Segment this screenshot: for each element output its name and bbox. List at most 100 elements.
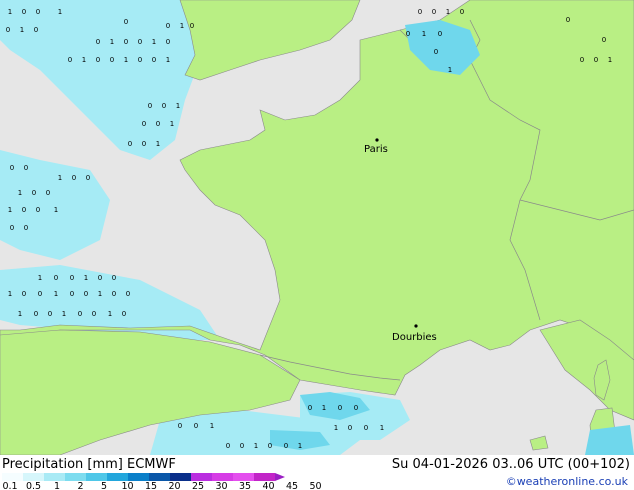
legend-swatch <box>44 473 65 481</box>
grid-point-marker: 0 <box>72 174 76 182</box>
grid-point-marker: 0 <box>438 30 442 38</box>
legend-tick: 35 <box>238 481 252 490</box>
grid-point-marker: 0 <box>152 56 156 64</box>
city-label-dourbies: Dourbies <box>392 332 437 343</box>
grid-point-marker: 1 <box>18 310 22 318</box>
legend-tick: 25 <box>191 481 205 490</box>
grid-point-marker: 0 <box>142 120 146 128</box>
grid-point-marker: 0 <box>6 26 10 34</box>
grid-point-marker: 1 <box>62 310 66 318</box>
legend-tick: 0.1 <box>2 481 18 490</box>
grid-point-marker: 1 <box>108 310 112 318</box>
city-label-paris: Paris <box>364 144 388 155</box>
grid-point-marker: 0 <box>34 26 38 34</box>
legend-tick: 45 <box>285 481 299 490</box>
legend-tick: 5 <box>100 481 108 490</box>
grid-point-marker: 0 <box>128 140 132 148</box>
grid-point-marker: 1 <box>322 404 326 412</box>
grid-point-marker: 0 <box>178 422 182 430</box>
grid-point-marker: 1 <box>8 206 12 214</box>
legend-swatch <box>23 473 44 481</box>
grid-point-marker: 0 <box>110 56 114 64</box>
legend-swatch <box>65 473 86 481</box>
grid-point-marker: 1 <box>180 22 184 30</box>
grid-point-marker: 0 <box>226 442 230 450</box>
legend-color-bar <box>2 473 285 481</box>
grid-point-marker: 1 <box>152 38 156 46</box>
grid-point-marker: 1 <box>8 8 12 16</box>
legend-tick: 40 <box>262 481 275 490</box>
grid-point-marker: 0 <box>138 56 142 64</box>
grid-point-marker: 1 <box>20 26 24 34</box>
grid-point-marker: 0 <box>86 174 90 182</box>
grid-point-marker: 0 <box>70 274 74 282</box>
grid-point-marker: 0 <box>284 442 288 450</box>
grid-point-marker: 0 <box>98 274 102 282</box>
grid-point-marker: 1 <box>334 424 338 432</box>
credit-link[interactable]: ©weatheronline.co.uk <box>506 475 628 488</box>
grid-point-marker: 0 <box>126 290 130 298</box>
grid-point-marker: 0 <box>166 22 170 30</box>
grid-point-marker: 0 <box>122 310 126 318</box>
grid-point-marker: 0 <box>194 422 198 430</box>
forecast-timestamp: Su 04-01-2026 03..06 UTC (00+102) <box>391 457 630 472</box>
grid-point-marker: 0 <box>434 48 438 56</box>
grid-point-marker: 0 <box>68 56 72 64</box>
grid-point-marker: 1 <box>8 290 12 298</box>
grid-point-marker: 0 <box>96 38 100 46</box>
grid-point-marker: 1 <box>124 56 128 64</box>
grid-point-marker: 0 <box>240 442 244 450</box>
grid-point-marker: 1 <box>54 290 58 298</box>
legend-arrow <box>275 473 285 481</box>
legend-swatch <box>86 473 107 481</box>
grid-point-marker: 1 <box>170 120 174 128</box>
legend-tick: 20 <box>168 481 181 490</box>
map-title: Precipitation [mm] ECMWF <box>2 457 176 472</box>
grid-point-marker: 0 <box>190 22 194 30</box>
legend-swatch <box>191 473 212 481</box>
grid-point-marker: 0 <box>78 310 82 318</box>
grid-point-marker: 0 <box>38 290 42 298</box>
legend-swatch <box>170 473 191 481</box>
grid-point-marker: 0 <box>112 274 116 282</box>
grid-point-marker: 0 <box>148 102 152 110</box>
legend-swatch <box>107 473 128 481</box>
grid-point-marker: 1 <box>82 56 86 64</box>
grid-point-marker: 1 <box>210 422 214 430</box>
grid-point-marker: 1 <box>58 174 62 182</box>
grid-point-marker: 0 <box>124 38 128 46</box>
grid-point-marker: 0 <box>162 102 166 110</box>
legend-tick: 30 <box>215 481 228 490</box>
legend-tick: 10 <box>121 481 134 490</box>
legend-swatch <box>212 473 233 481</box>
legend-swatch <box>149 473 170 481</box>
legend-tick: 2 <box>77 481 84 490</box>
precipitation-map[interactable]: 1 0 0 1 0 0 1 0 0 1 0 0 1 0 0 1 0 0 1 0 0 1 0 0 1 0 0 1 0 0 1 0 0 1 0 0 1 0 0 1… <box>0 0 634 455</box>
grid-point-marker: 1 <box>38 274 42 282</box>
grid-point-marker: 0 <box>24 224 28 232</box>
grid-point-marker: 0 <box>22 206 26 214</box>
grid-point-marker: 0 <box>32 189 36 197</box>
grid-point-marker: 1 <box>380 424 384 432</box>
grid-point-marker: 0 <box>34 310 38 318</box>
grid-point-marker: 0 <box>364 424 368 432</box>
grid-point-marker: 0 <box>354 404 358 412</box>
grid-point-marker: 1 <box>110 38 114 46</box>
grid-point-marker: 0 <box>36 206 40 214</box>
grid-point-marker: 0 <box>268 442 272 450</box>
legend-swatch <box>2 473 23 481</box>
grid-point-marker: 1 <box>422 30 426 38</box>
grid-point-marker: 1 <box>298 442 302 450</box>
grid-point-marker: 1 <box>176 102 180 110</box>
grid-point-marker: 0 <box>338 404 342 412</box>
grid-point-marker: 0 <box>580 56 584 64</box>
grid-point-marker: 0 <box>36 8 40 16</box>
grid-point-marker: 0 <box>84 290 88 298</box>
grid-point-marker: 0 <box>432 8 436 16</box>
grid-point-marker: 0 <box>348 424 352 432</box>
grid-point-marker: 0 <box>460 8 464 16</box>
grid-point-marker: 0 <box>112 290 116 298</box>
grid-point-marker: 0 <box>308 404 312 412</box>
grid-point-marker: 1 <box>166 56 170 64</box>
grid-point-marker: 1 <box>156 140 160 148</box>
